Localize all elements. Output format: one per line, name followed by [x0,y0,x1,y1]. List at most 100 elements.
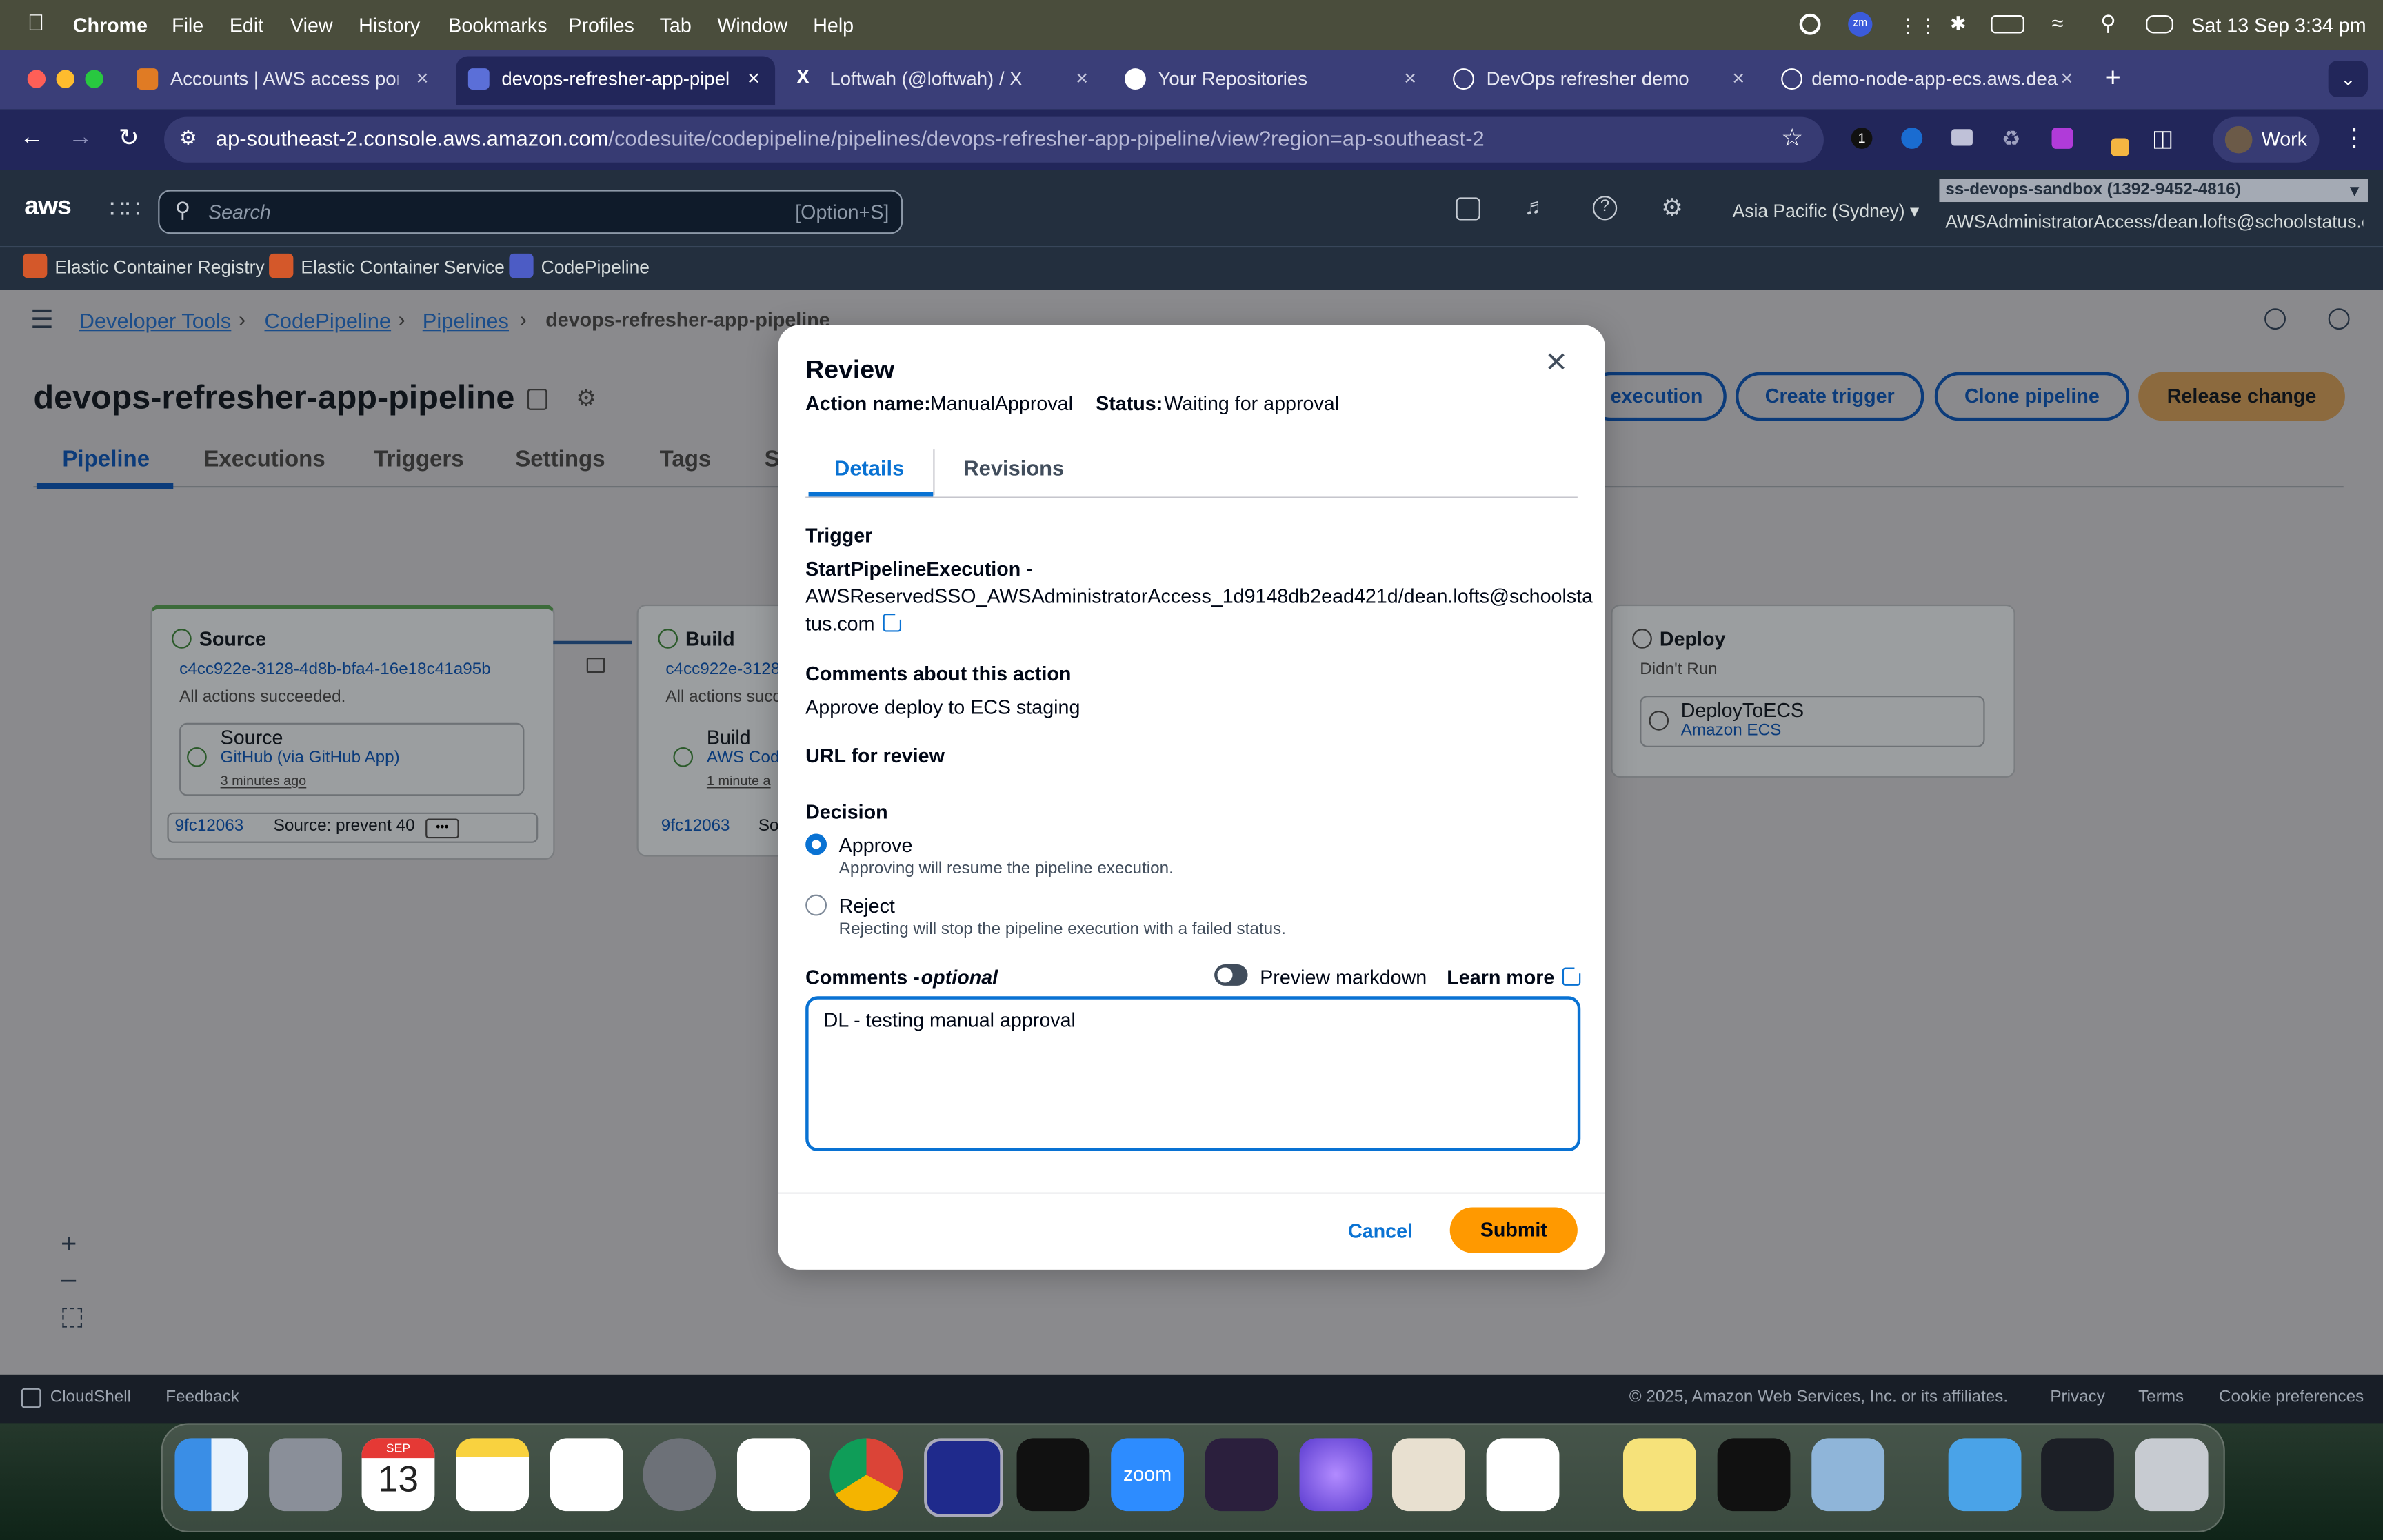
preview-markdown-toggle[interactable] [1214,964,1248,986]
trash-icon[interactable] [2135,1438,2209,1512]
tab-triggers[interactable]: Triggers [374,447,463,472]
bookmark-star-icon[interactable]: ☆ [1781,123,1803,153]
new-tab-button[interactable]: + [2105,62,2121,94]
feedback-link[interactable]: Feedback [165,1388,239,1406]
approve-radio[interactable] [805,833,827,855]
menu-help[interactable]: Help [813,14,854,37]
menu-history[interactable]: History [359,14,420,37]
cookie-preferences-link[interactable]: Cookie preferences [2219,1388,2364,1406]
tab-truncated[interactable]: S [765,447,780,472]
window-close-button[interactable] [27,70,46,88]
cloudshell-icon[interactable] [1456,197,1480,221]
forward-icon[interactable]: → [68,125,92,152]
search-input[interactable]: ⚲ Search [Option+S] [158,190,903,234]
launchpad-icon[interactable] [269,1438,342,1512]
start-execution-button[interactable]: execution [1587,372,1727,421]
app-cube-2-icon[interactable] [1717,1438,1791,1512]
execution-id-link[interactable]: c4cc922e-3128-4d8b-bfa4-16e18c41a95b [179,660,491,678]
profile-button[interactable]: Work [2213,116,2320,163]
tab-search-button[interactable]: ⌄ [2328,61,2368,98]
account-role[interactable]: AWSAdministratorAccess/dean.lofts@school… [1945,211,2363,232]
site-info-icon[interactable]: ⚙ [179,126,197,150]
tab-github-repositories[interactable]: Your Repositories × [1112,57,1431,105]
password-manager-icon[interactable] [1901,128,1923,149]
bluetooth-icon[interactable]: ✱ [1950,12,1967,37]
preview-markdown-label[interactable]: Preview markdown [1260,966,1427,989]
close-icon[interactable]: × [1546,344,1567,381]
zoom-status-icon[interactable]: zm [1848,12,1873,37]
menu-app-name[interactable]: Chrome [73,14,148,37]
clock[interactable]: Sat 13 Sep 3:34 pm [2191,14,2366,37]
extension-purple-icon[interactable] [2051,128,2073,149]
tab-close-icon[interactable]: × [1076,65,1088,90]
tab-executions[interactable]: Executions [203,447,325,472]
menu-edit[interactable]: Edit [230,14,263,37]
window-zoom-button[interactable] [85,70,103,88]
tab-close-icon[interactable]: × [416,65,429,90]
trigger-user-link-end[interactable]: tus.com [805,611,903,635]
region-selector[interactable]: Asia Pacific (Sydney) ▾ [1733,201,1920,222]
side-nav-menu-icon[interactable]: ☰ [30,305,54,336]
menu-view[interactable]: View [290,14,333,37]
tab-close-icon[interactable]: × [1732,65,1744,90]
feedback-icon[interactable] [2328,308,2350,330]
learn-more-link[interactable]: Learn more [1447,966,1582,989]
slack-icon[interactable] [736,1438,810,1512]
info-icon[interactable] [2264,308,2286,330]
breadcrumb-developer-tools[interactable]: Developer Tools [79,308,232,332]
cancel-button[interactable]: Cancel [1348,1219,1413,1242]
finder-icon[interactable] [174,1438,248,1512]
obsidian-icon[interactable] [1205,1438,1278,1512]
recycle-extension-icon[interactable]: ♻ [2002,126,2021,152]
gimp-icon[interactable] [1391,1438,1465,1512]
zoom-out-icon[interactable]: – [61,1264,76,1295]
favorite-ecs[interactable]: Elastic Container Service [301,256,504,278]
menu-window[interactable]: Window [717,14,787,37]
tab-x-loftwah[interactable]: X Loftwah (@loftwah) / X × [784,57,1103,105]
settings-icon[interactable]: ⚙ [576,384,596,412]
clone-pipeline-button[interactable]: Clone pipeline [1934,372,2129,421]
tab-pipeline[interactable]: Pipeline [62,447,150,472]
revision-link[interactable]: 9fc12063 [174,817,243,835]
tab-revisions[interactable]: Revisions [963,456,1064,480]
freeform-icon[interactable] [550,1438,623,1512]
extension-yellow-icon[interactable] [2111,138,2129,156]
reject-label[interactable]: Reject [839,895,895,918]
execution-id-link[interactable]: c4cc922e-3128 [665,660,780,678]
trigger-user-link[interactable]: AWSReservedSSO_AWSAdministratorAccess_1d… [805,585,1593,607]
grid-status-icon[interactable]: ⋮⋮ [1898,14,1938,38]
zoom-in-icon[interactable]: + [61,1228,77,1260]
preview-icon[interactable] [1811,1438,1885,1512]
system-settings-icon[interactable] [643,1438,716,1512]
reload-icon[interactable]: ↻ [119,123,139,153]
orb-app-icon[interactable] [1299,1438,1373,1512]
favorite-ecr[interactable]: Elastic Container Registry [54,256,264,278]
menu-bookmarks[interactable]: Bookmarks [448,14,547,37]
camera-extension-icon[interactable] [1951,129,1973,146]
more-icon[interactable]: ••• [425,818,459,839]
control-center-icon[interactable] [2146,15,2173,34]
calendar-icon[interactable]: SEP 13 [361,1438,435,1512]
tab-settings[interactable]: Settings [515,447,605,472]
release-change-button[interactable]: Release change [2138,372,2345,421]
reject-radio[interactable] [805,894,827,916]
zoom-app-icon[interactable]: zoom [1111,1438,1184,1512]
chrome-icon[interactable] [829,1438,903,1512]
fit-view-icon[interactable] [62,1307,83,1328]
aws-logo[interactable]: aws [24,192,72,222]
app-cube-icon[interactable] [1016,1438,1090,1512]
cloudshell-link[interactable]: CloudShell [50,1388,131,1406]
revision-link[interactable]: 9fc12063 [661,817,730,835]
action-provider-link[interactable]: GitHub (via GitHub App) [221,749,400,767]
breadcrumb-codepipeline[interactable]: CodePipeline [265,308,392,332]
vscode-icon[interactable] [1486,1438,1560,1512]
chrome-menu-icon[interactable]: ⋮ [2342,123,2366,153]
submit-button[interactable]: Submit [1449,1207,1578,1253]
spotlight-icon[interactable]: ⚲ [2100,10,2116,36]
extensions-puzzle-icon[interactable]: ◫ [2152,125,2173,152]
tab-codepipeline[interactable]: devops-refresher-app-pipelin × [456,56,776,105]
services-grid-icon[interactable]: ∷∷ [110,194,141,225]
action-provider-link[interactable]: Amazon ECS [1681,722,1782,740]
recent-window-icon[interactable] [2041,1438,2114,1512]
terminal-icon[interactable] [924,1438,1003,1517]
